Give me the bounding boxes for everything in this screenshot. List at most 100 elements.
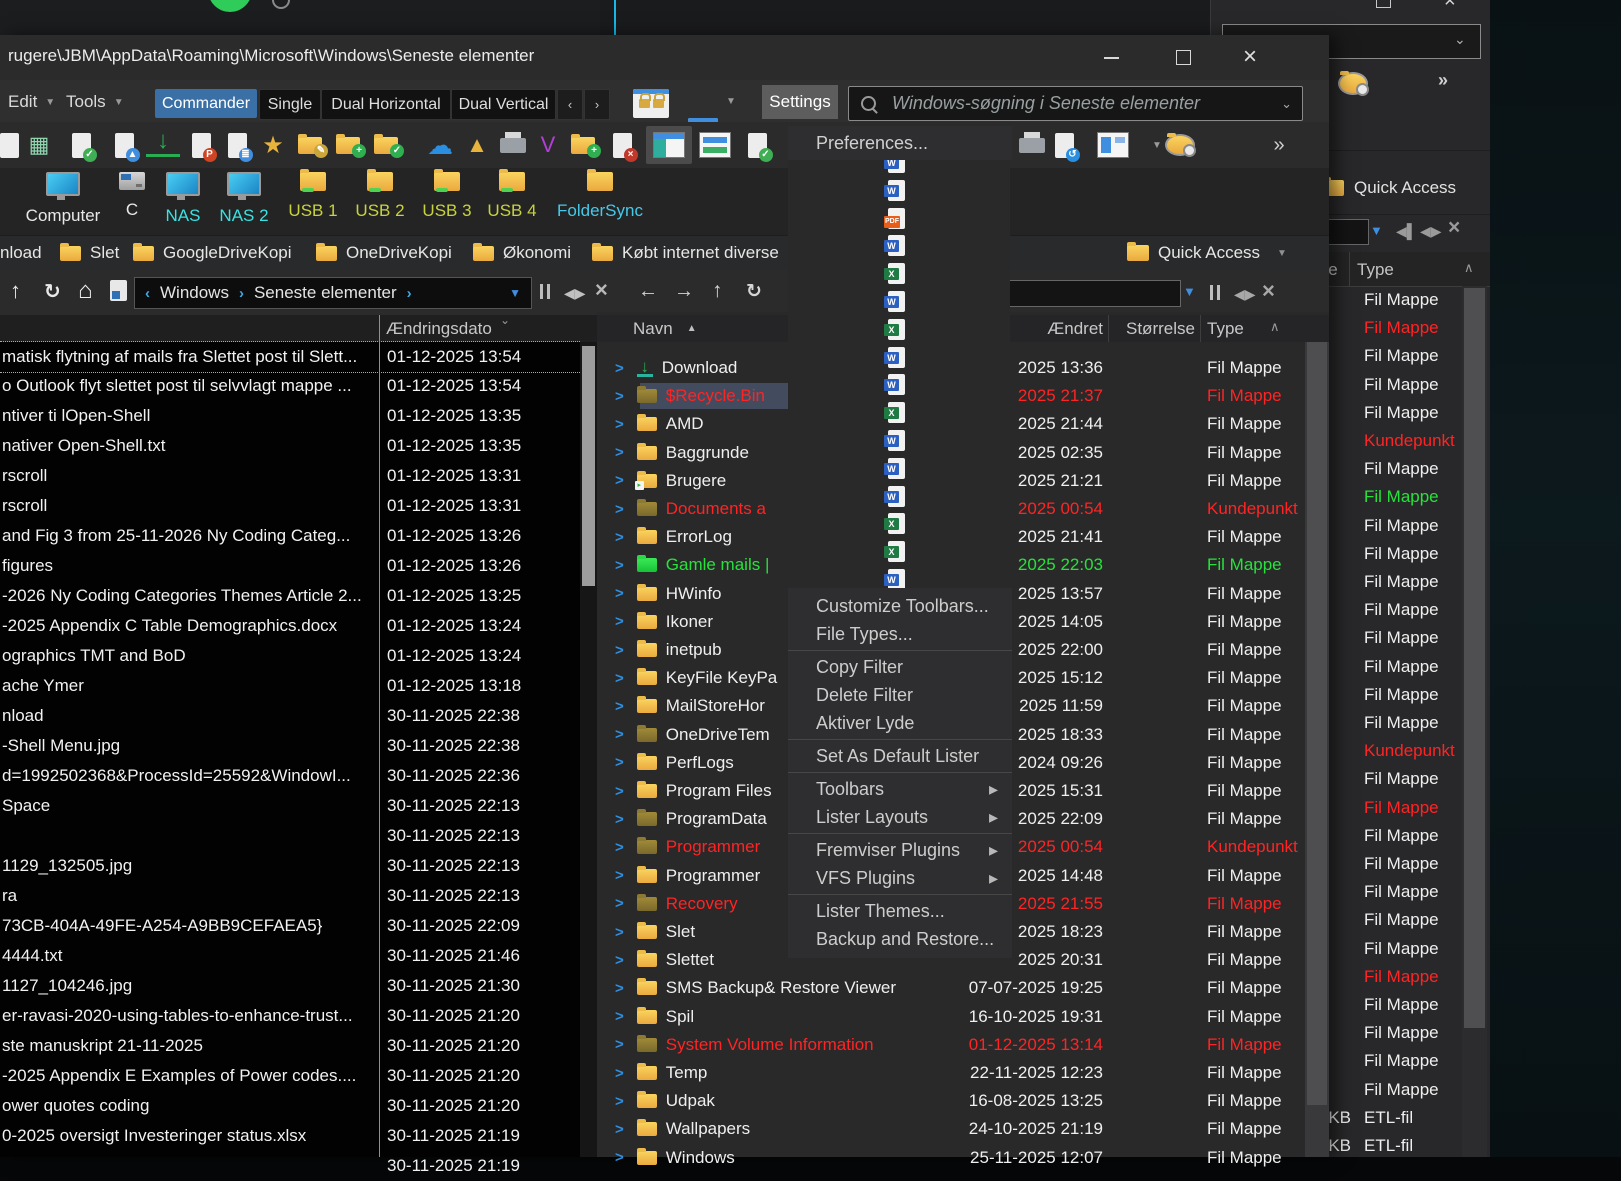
maximize-button[interactable] — [1176, 50, 1191, 65]
folder-tab-nload[interactable]: nload — [0, 239, 42, 267]
chevron-left-icon[interactable]: ‹ — [145, 285, 150, 302]
expand-chevron-icon[interactable]: > — [615, 613, 624, 630]
view-tab-single[interactable]: Single — [259, 89, 321, 120]
tree-up-button[interactable]: ↑ — [712, 279, 723, 303]
menu-tools[interactable]: Tools ▼ — [66, 88, 124, 116]
paste-shortcut-icon[interactable]: ▲ — [107, 128, 141, 162]
left-column-divider[interactable] — [379, 315, 380, 1157]
menu-item-delete-filter[interactable]: Delete Filter — [788, 681, 1012, 709]
lock-dropdown-icon[interactable]: ▼ — [726, 96, 736, 107]
expand-chevron-icon[interactable]: > — [615, 557, 624, 574]
file-row[interactable]: -2026 Ny Coding Categories Themes Articl… — [0, 581, 580, 611]
expand-chevron-icon[interactable]: > — [615, 726, 624, 743]
expand-chevron-icon[interactable]: > — [615, 895, 624, 912]
date-sort-icon[interactable]: ⌄ — [500, 313, 510, 327]
file-row[interactable]: 4444.txt30-11-2025 21:46 — [0, 941, 580, 971]
expand-chevron-icon[interactable]: > — [615, 360, 624, 377]
file-row[interactable]: 1127_104246.jpg30-11-2025 21:30 — [0, 971, 580, 1001]
layout-rows-icon[interactable] — [698, 128, 732, 162]
folder-check-icon[interactable]: ✓ — [369, 128, 403, 162]
expand-chevron-icon[interactable]: > — [615, 1149, 624, 1166]
expand-chevron-icon[interactable]: > — [615, 980, 624, 997]
expand-chevron-icon[interactable]: > — [615, 952, 624, 969]
folder-tab-onedrivekopi[interactable]: OneDriveKopi — [316, 239, 452, 267]
expand-chevron-icon[interactable]: > — [615, 585, 624, 602]
expand-chevron-icon[interactable]: > — [615, 642, 624, 659]
file-row[interactable]: ntiver ti lOpen-Shell01-12-2025 13:35 — [0, 401, 580, 431]
expand-chevron-icon[interactable]: > — [615, 1093, 624, 1110]
menu-item-preferences[interactable]: Preferences... — [816, 133, 928, 154]
folder-tab-økonomi[interactable]: Økonomi — [473, 239, 571, 267]
expand-chevron-icon[interactable]: > — [615, 839, 624, 856]
menu-item-aktiver-lyde[interactable]: Aktiver Lyde — [788, 709, 1012, 737]
left-scrollbar-thumb[interactable] — [582, 346, 595, 586]
file-row[interactable]: ographics TMT and BoD01-12-2025 13:24 — [0, 641, 580, 671]
menu-item-vfs-plugins[interactable]: VFS Plugins▸ — [788, 864, 1012, 892]
tree-header-sep2[interactable] — [1200, 315, 1201, 342]
file-row[interactable]: er-ravasi-2020-using-tables-to-enhance-t… — [0, 1001, 580, 1031]
menu-item-set-as-default-lister[interactable]: Set As Default Lister — [788, 742, 1012, 770]
pane-swap-icon[interactable]: ◀▶ — [564, 285, 586, 302]
folder-search-icon[interactable] — [1163, 128, 1197, 162]
expand-chevron-icon[interactable]: > — [615, 754, 624, 771]
search-box[interactable]: Windows-søgning i Seneste elementer ⌄ — [848, 86, 1303, 121]
size-column-header[interactable]: Størrelse — [1126, 319, 1195, 339]
breadcrumb-item-seneste[interactable]: Seneste elementer — [254, 283, 397, 303]
drive-button-foldersync[interactable]: FolderSync — [555, 172, 645, 230]
file-row[interactable]: nload30-11-2025 22:38 — [0, 701, 580, 731]
expand-chevron-icon[interactable]: > — [615, 811, 624, 828]
recent-items-icon[interactable] — [110, 280, 127, 301]
expand-chevron-icon[interactable]: > — [615, 924, 624, 941]
tree-back-button[interactable]: ← — [638, 280, 658, 303]
expand-chevron-icon[interactable]: > — [615, 1036, 624, 1053]
date-column-header[interactable]: Ændringsdato — [386, 319, 492, 339]
tree-forward-button[interactable]: → — [674, 280, 694, 303]
menu-item-customize-toolbars-[interactable]: Customize Toolbars... — [788, 592, 1012, 620]
print-icon[interactable] — [1015, 128, 1049, 162]
file-row[interactable]: 30-11-2025 22:13 — [0, 821, 580, 851]
expand-chevron-icon[interactable]: > — [615, 670, 624, 687]
file-row[interactable]: figures01-12-2025 13:26 — [0, 551, 580, 581]
expand-chevron-icon[interactable]: > — [615, 444, 624, 461]
breadcrumb-item-windows[interactable]: Windows — [160, 283, 229, 303]
expand-chevron-icon[interactable]: > — [615, 1121, 624, 1138]
expand-chevron-icon[interactable]: > — [615, 867, 624, 884]
expand-chevron-icon[interactable]: > — [615, 472, 624, 489]
print-folder-icon[interactable] — [496, 128, 530, 162]
copy-settings-icon[interactable]: ✓ — [64, 128, 98, 162]
file-row[interactable]: 1129_132505.jpg30-11-2025 22:13 — [0, 851, 580, 881]
type-column-header[interactable]: Type — [1207, 319, 1244, 339]
layout-list-icon[interactable] — [1096, 128, 1130, 162]
file-row[interactable]: -2025 Appendix E Examples of Power codes… — [0, 1061, 580, 1091]
chevron-right-icon[interactable]: › — [407, 285, 412, 302]
breadcrumb[interactable]: ‹ Windows › Seneste elementer › ▼ — [134, 277, 532, 309]
tree-pane-swap-icon[interactable]: ◀▶ — [1234, 286, 1256, 303]
tree-header-sep1[interactable] — [1108, 315, 1109, 342]
up-button[interactable]: ↑ — [10, 278, 21, 304]
file-row[interactable]: nativer Open-Shell.txt01-12-2025 13:35 — [0, 431, 580, 461]
settings-button[interactable]: Settings — [762, 85, 838, 119]
expand-chevron-icon[interactable]: > — [615, 501, 624, 518]
view-tab-commander[interactable]: Commander — [155, 89, 257, 118]
menu-item-copy-filter[interactable]: Copy Filter — [788, 653, 1012, 681]
menu-item-toolbars[interactable]: Toolbars▸ — [788, 775, 1012, 803]
expand-chevron-icon[interactable]: > — [615, 1065, 624, 1082]
file-row[interactable]: ra30-11-2025 22:13 — [0, 881, 580, 911]
file-row[interactable]: ower quotes coding30-11-2025 21:20 — [0, 1091, 580, 1121]
expand-chevron-icon[interactable]: > — [615, 783, 624, 800]
menu-item-lister-themes-[interactable]: Lister Themes... — [788, 897, 1012, 925]
tree-filter-field[interactable] — [1005, 280, 1181, 307]
file-row[interactable]: and Fig 3 from 25-11-2026 Ny Coding Cate… — [0, 521, 580, 551]
folder-edit-icon[interactable]: ✎ — [293, 128, 327, 162]
search-dropdown-icon[interactable]: ⌄ — [1281, 96, 1292, 112]
tree-row-spil[interactable]: >Spil16-10-2025 19:31Fil Mappe — [597, 1003, 1305, 1031]
expand-chevron-icon[interactable]: > — [615, 529, 624, 546]
delete-file-icon[interactable]: × — [605, 128, 639, 162]
tree-refresh-button[interactable]: ↻ — [746, 280, 762, 303]
google-drive-icon[interactable]: ▲ — [460, 128, 494, 162]
file-row[interactable]: -2025 Appendix C Table Demographics.docx… — [0, 611, 580, 641]
tree-filter-dropdown-icon[interactable]: ▼ — [1183, 284, 1196, 299]
file-row[interactable]: o Outlook flyt slettet post til selvvlag… — [0, 371, 580, 401]
name-column-header[interactable]: Navn ▲ — [633, 315, 697, 342]
menu-item-backup-and-restore-[interactable]: Backup and Restore... — [788, 925, 1012, 953]
